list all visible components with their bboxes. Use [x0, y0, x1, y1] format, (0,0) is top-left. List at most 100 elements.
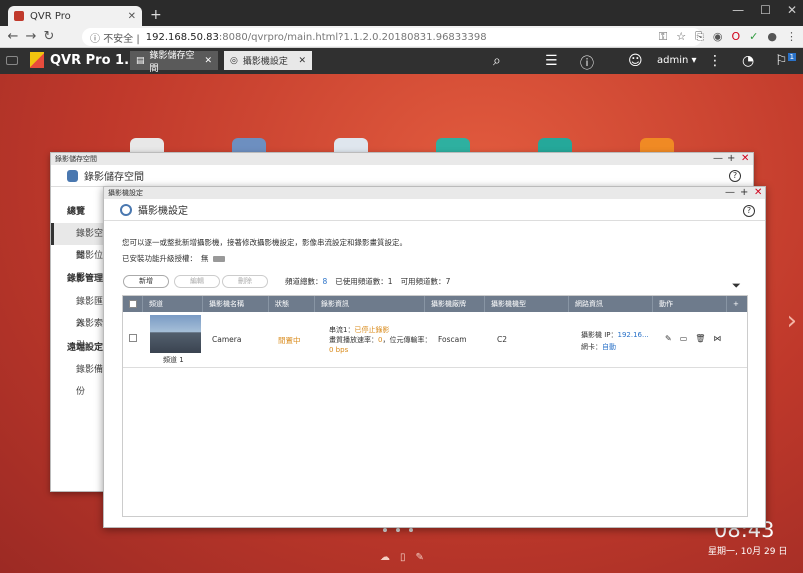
sidebar-item-recording-space[interactable]: 錄影空間 — [51, 223, 105, 261]
forward-icon[interactable]: → — [22, 29, 40, 44]
column-header[interactable]: 錄影資訊 — [315, 296, 425, 312]
security-indicator[interactable]: ⓘ 不安全 | — [90, 30, 140, 45]
url-path: :8080/qvrpro/main.html?1.1.2.0.20180831.… — [218, 31, 487, 43]
sidebar-group-overview[interactable]: 總覽 — [51, 201, 105, 223]
book-icon[interactable]: ▯ — [400, 552, 406, 563]
window-titlebar[interactable]: 錄影儲存空間 — [51, 153, 753, 165]
window-titlebar[interactable]: 攝影機設定 — [104, 187, 765, 199]
delete-button[interactable]: 刪除 — [222, 275, 268, 288]
sidebar-item-recording-search[interactable]: 錄影索引 — [51, 313, 105, 351]
minimize-icon[interactable]: — — [732, 3, 744, 17]
close-icon[interactable]: ✕ — [128, 11, 136, 22]
edit-icon[interactable]: ✎ — [416, 552, 424, 563]
available-channels: 可用頻道數：7 — [400, 277, 451, 286]
help-icon[interactable]: ? — [743, 205, 755, 217]
sidebar-item-recording-location[interactable]: 錄影位置 — [51, 245, 105, 283]
window-header: 攝影機設定 — [104, 199, 765, 221]
search-icon[interactable]: ⌕ — [493, 53, 501, 69]
column-header[interactable]: 攝影機機型 — [485, 296, 569, 312]
window-title: 錄影儲存空間 — [84, 172, 144, 183]
qvr-logo-icon — [30, 52, 44, 68]
sidebar-item-recording-import[interactable]: 錄影匯入 — [51, 291, 105, 329]
more-options-icon[interactable]: ⋮ — [708, 53, 722, 69]
star-icon[interactable]: ☆ — [676, 30, 686, 44]
reload-icon[interactable]: ↻ — [40, 29, 58, 44]
minimize-icon[interactable]: — — [713, 153, 723, 165]
share-icon[interactable]: ⋈ — [713, 334, 721, 343]
close-window-icon[interactable]: ✕ — [787, 3, 797, 17]
license-tag-icon[interactable] — [212, 255, 225, 262]
browser-toolbar: ← → ↻ ⓘ 不安全 | 192.168.50.83 :8080/qvrpro… — [0, 26, 803, 48]
extension-icon[interactable]: ◉ — [713, 30, 723, 44]
recording-status: 已停止錄影 — [354, 326, 390, 334]
add-column-icon[interactable]: + — [727, 296, 747, 312]
ip-link[interactable]: 192.16... — [618, 331, 649, 339]
column-header[interactable]: 狀態 — [269, 296, 315, 312]
edit-button[interactable]: 編輯 — [174, 275, 220, 288]
notification-icon[interactable]: ⚐ 1 — [775, 53, 797, 69]
dashboard-icon[interactable]: ◔ — [742, 53, 754, 69]
add-button[interactable]: 新增 — [123, 275, 169, 288]
user-name[interactable]: admin ▾ — [657, 55, 697, 66]
back-icon[interactable]: ← — [4, 29, 22, 44]
camera-thumbnail[interactable] — [150, 315, 201, 353]
info-icon[interactable]: ⓘ — [580, 53, 594, 73]
license-info: 已安裝功能升級授權： 無 — [122, 253, 225, 264]
window-header: 錄影儲存空間 — [51, 165, 753, 187]
maximize-icon[interactable]: + — [727, 153, 735, 165]
menu-icon[interactable] — [6, 56, 18, 65]
page-dot[interactable] — [396, 528, 400, 532]
camera-icon: ◎ — [230, 55, 238, 66]
url-input[interactable]: ⓘ 不安全 | 192.168.50.83 :8080/qvrpro/main.… — [82, 28, 702, 46]
close-icon[interactable]: ✕ — [298, 56, 306, 66]
check-icon[interactable]: ✓ — [749, 30, 758, 44]
trash-icon[interactable]: 🗑 — [695, 334, 705, 343]
column-header[interactable]: 頻道 — [143, 296, 203, 312]
column-header[interactable]: 動作 — [653, 296, 727, 312]
page-dot[interactable] — [383, 528, 387, 532]
sidebar-group-remote-settings[interactable]: 遠端設定 — [51, 337, 105, 359]
edit-icon[interactable]: ✎ — [665, 334, 672, 343]
camera-icon — [120, 203, 132, 216]
camera-model: C2 — [497, 335, 508, 344]
help-icon[interactable]: ? — [729, 170, 741, 182]
new-tab-button[interactable]: + — [150, 7, 162, 23]
opera-icon[interactable]: O — [732, 30, 741, 44]
filter-icon[interactable]: ⏷ — [732, 279, 741, 293]
record-settings-icon[interactable]: ▭ — [680, 334, 688, 343]
cloud-icon[interactable]: ☁ — [380, 552, 390, 563]
tab-storage[interactable]: ▤ 錄影儲存空間 ✕ — [130, 51, 218, 74]
column-header[interactable]: 攝影機廠牌 — [425, 296, 485, 312]
channel-counts: 頻道總數：8 已使用頻道數：1 可用頻道數：7 — [285, 276, 450, 287]
license-label: 已安裝功能升級授權： — [122, 254, 197, 263]
next-page-icon[interactable]: › — [787, 306, 797, 336]
browser-tab-title: QVR Pro — [30, 10, 71, 22]
tab-label: 攝影機設定 — [242, 57, 288, 67]
column-header[interactable]: 網路資訊 — [569, 296, 653, 312]
sidebar-group-recording-mgmt[interactable]: 錄影管理 — [51, 268, 105, 290]
nic-link[interactable]: 自動 — [602, 343, 616, 351]
license-value: 無 — [201, 254, 209, 263]
tab-camera-settings[interactable]: ◎ 攝影機設定 ✕ — [224, 51, 312, 70]
browser-tab[interactable]: QVR Pro ✕ — [8, 6, 142, 26]
more-icon[interactable]: ⋮ — [786, 30, 797, 44]
desktop-date: 星期一, 10月 29 日 — [708, 547, 788, 557]
row-checkbox[interactable] — [129, 334, 137, 342]
tasks-icon[interactable]: ☰ — [545, 53, 558, 69]
maximize-icon[interactable]: + — [740, 187, 748, 199]
close-icon[interactable]: ✕ — [204, 56, 212, 66]
profile-icon[interactable]: ● — [767, 30, 777, 44]
page-dot[interactable] — [409, 528, 413, 532]
sidebar-item-recording-backup[interactable]: 錄影備份 — [51, 359, 105, 397]
key-icon[interactable]: ⚿ — [659, 30, 667, 44]
select-all-checkbox[interactable] — [129, 300, 137, 308]
translate-icon[interactable]: ⎘ — [695, 30, 704, 44]
close-icon[interactable]: ✕ — [741, 153, 749, 165]
table-row[interactable]: 頻道 1 Camera 閒置中 串流1：已停止錄影 畫質播放速率：0，位元傳輸率… — [123, 312, 747, 368]
page-dots[interactable] — [383, 528, 413, 532]
column-header[interactable]: 攝影機名稱 — [203, 296, 269, 312]
minimize-icon[interactable]: — — [725, 187, 735, 199]
maximize-icon[interactable]: ☐ — [760, 3, 771, 17]
close-icon[interactable]: ✕ — [754, 187, 762, 199]
user-icon[interactable]: ☺ — [628, 53, 643, 69]
